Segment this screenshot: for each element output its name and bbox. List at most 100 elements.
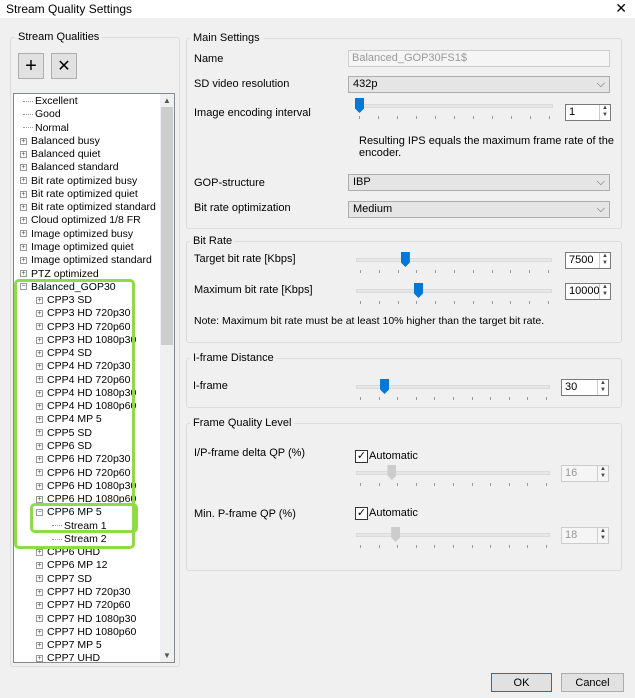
tree-item[interactable]: + Balanced standard xyxy=(20,161,119,174)
expand-icon[interactable]: + xyxy=(20,230,27,238)
tree-item[interactable]: Good xyxy=(20,108,61,121)
slider-thumb[interactable] xyxy=(413,283,423,298)
tree-item[interactable]: + CPP7 HD 1080p60 xyxy=(36,626,136,639)
spin-arrows-icon[interactable]: ▲ ▼ xyxy=(597,466,608,481)
cancel-button[interactable]: Cancel xyxy=(561,673,624,692)
slider-tick xyxy=(471,545,473,548)
expand-icon[interactable]: + xyxy=(20,243,27,251)
stream-qualities-label: Stream Qualities xyxy=(15,31,103,43)
expand-icon[interactable]: + xyxy=(36,575,43,583)
spin-arrows-icon[interactable]: ▲ ▼ xyxy=(597,380,608,395)
tree-item[interactable]: + Balanced quiet xyxy=(20,148,100,161)
expand-icon[interactable]: + xyxy=(20,270,27,278)
max-bit-rate-slider[interactable] xyxy=(356,283,552,305)
slider-tick xyxy=(397,301,399,304)
bit-rate-label: Bit Rate xyxy=(190,235,236,247)
tree-item[interactable]: + CPP7 HD 720p30 xyxy=(36,586,130,599)
spin-arrows-icon[interactable]: ▲ ▼ xyxy=(599,284,610,299)
iei-slider[interactable] xyxy=(355,98,553,120)
slider-tick xyxy=(415,545,417,548)
expand-icon[interactable]: + xyxy=(36,655,43,662)
expand-icon[interactable]: + xyxy=(20,150,27,158)
expand-icon[interactable]: + xyxy=(20,164,27,172)
add-button[interactable]: + xyxy=(18,53,44,79)
expand-icon[interactable]: + xyxy=(20,177,27,185)
slider-tick xyxy=(492,116,493,119)
tree-item[interactable]: + CPP7 MP 5 xyxy=(36,639,102,652)
tree-item[interactable]: + Balanced busy xyxy=(20,135,100,148)
iei-stepper[interactable]: 1 ▲ ▼ xyxy=(565,104,611,121)
delta-qp-value: 16 xyxy=(565,467,578,479)
expand-icon[interactable]: + xyxy=(20,217,27,225)
remove-button[interactable]: ✕ xyxy=(51,53,77,79)
expand-icon[interactable]: + xyxy=(36,548,43,556)
minp-qp-stepper[interactable]: 18 ▲ ▼ xyxy=(561,527,609,544)
expand-icon[interactable]: + xyxy=(20,190,27,198)
gop-select[interactable]: IBP ⌵ xyxy=(348,174,610,191)
sd-resolution-select[interactable]: 432p ⌵ xyxy=(348,76,610,93)
tree-item[interactable]: + CPP7 SD xyxy=(36,573,92,586)
target-bit-rate-stepper[interactable]: 7500 ▲ ▼ xyxy=(565,252,611,269)
tree-item[interactable]: + Bit rate optimized quiet xyxy=(20,188,138,201)
expand-icon[interactable]: + xyxy=(36,615,43,623)
tree-item-label: Balanced quiet xyxy=(31,148,101,161)
scroll-down-icon[interactable]: ▼ xyxy=(163,651,171,660)
target-bit-rate-slider[interactable] xyxy=(356,252,552,274)
target-bit-rate-value: 7500 xyxy=(569,254,594,266)
expand-icon[interactable]: + xyxy=(36,588,43,596)
tree-item[interactable]: + CPP6 MP 12 xyxy=(36,559,108,572)
slider-tick xyxy=(415,397,417,400)
tree-item-label: CPP7 HD 1080p30 xyxy=(47,612,137,625)
chevron-down-icon: ⌵ xyxy=(596,78,605,90)
expand-icon[interactable]: + xyxy=(36,641,43,649)
delta-auto-checkbox[interactable]: ✓ xyxy=(355,450,368,463)
tree-item[interactable]: + Bit rate optimized busy xyxy=(20,175,137,188)
gop-value: IBP xyxy=(353,176,371,188)
tree-item-label: Image optimized busy xyxy=(31,227,134,240)
expand-icon[interactable]: + xyxy=(36,601,43,609)
tree-item[interactable]: + Image optimized standard xyxy=(20,254,152,267)
expand-icon[interactable]: + xyxy=(20,256,27,264)
minp-auto-checkbox[interactable]: ✓ xyxy=(355,507,368,520)
iframe-stepper[interactable]: 30 ▲ ▼ xyxy=(561,379,609,396)
tree-item[interactable]: + CPP7 HD 720p60 xyxy=(36,599,130,612)
slider-thumb xyxy=(391,527,401,542)
delta-qp-stepper[interactable]: 16 ▲ ▼ xyxy=(561,465,609,482)
slider-tick xyxy=(471,483,473,486)
spin-arrows-icon[interactable]: ▲ ▼ xyxy=(599,105,610,120)
tree-item[interactable]: + CPP7 UHD xyxy=(36,652,100,662)
iframe-slider[interactable] xyxy=(356,379,550,401)
tree-item[interactable]: + Image optimized busy xyxy=(20,228,133,241)
expand-icon[interactable]: + xyxy=(20,203,27,211)
close-icon[interactable]: ✕ xyxy=(615,0,627,17)
slider-tick xyxy=(435,270,437,273)
slider-tick xyxy=(434,483,436,486)
tree-item-label: Excellent xyxy=(35,95,78,107)
expand-icon[interactable]: + xyxy=(20,137,27,145)
max-bit-rate-stepper[interactable]: 10000 ▲ ▼ xyxy=(565,283,611,300)
tree-item-label: CPP7 HD 720p30 xyxy=(47,585,131,598)
slider-tick xyxy=(472,270,474,273)
tree-item[interactable]: + Cloud optimized 1/8 FR xyxy=(20,214,141,227)
name-field[interactable]: Balanced_GOP30FS1$ xyxy=(348,50,610,67)
expand-icon[interactable]: + xyxy=(36,562,43,570)
bro-select[interactable]: Medium ⌵ xyxy=(348,201,610,218)
tree-scrollbar[interactable]: ▲ ▼ xyxy=(160,94,174,662)
spin-arrows-icon[interactable]: ▲ ▼ xyxy=(599,253,610,268)
slider-thumb[interactable] xyxy=(380,379,390,394)
expand-icon[interactable]: + xyxy=(36,628,43,636)
slider-tick xyxy=(397,397,399,400)
x-icon: ✕ xyxy=(57,58,71,75)
tree-item[interactable]: + Image optimized quiet xyxy=(20,241,134,254)
scrollbar-thumb[interactable] xyxy=(161,107,173,345)
slider-thumb[interactable] xyxy=(355,98,364,113)
tree-item[interactable]: Normal xyxy=(20,122,69,135)
scroll-up-icon[interactable]: ▲ xyxy=(163,96,171,105)
bro-value: Medium xyxy=(353,203,393,215)
tree-item[interactable]: + CPP7 HD 1080p30 xyxy=(36,613,136,626)
tree-item[interactable]: Excellent xyxy=(20,95,78,108)
spin-arrows-icon[interactable]: ▲ ▼ xyxy=(597,528,608,543)
slider-thumb[interactable] xyxy=(400,252,410,267)
tree-item[interactable]: + Bit rate optimized standard xyxy=(20,201,156,214)
ok-button[interactable]: OK xyxy=(491,673,552,692)
